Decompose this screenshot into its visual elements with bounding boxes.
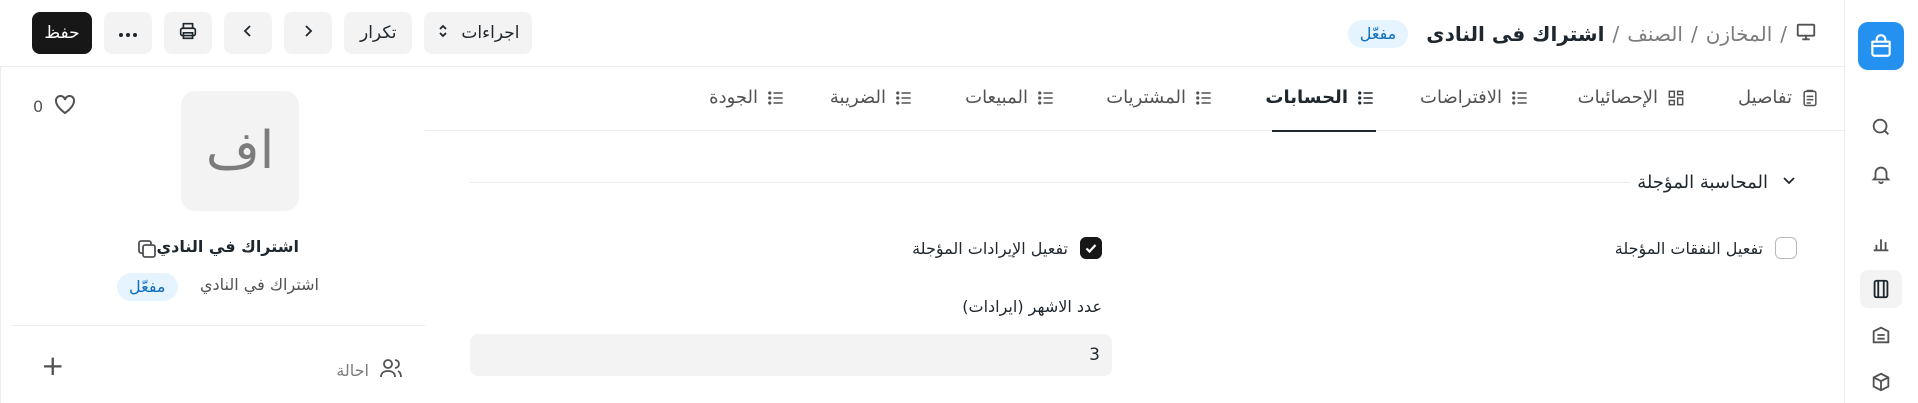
- tab-purchasing[interactable]: المشتريات: [1106, 87, 1214, 108]
- print-button[interactable]: [164, 12, 212, 54]
- item-subtitle: اشتراك في النادي: [200, 275, 319, 294]
- assign-label: احالة: [336, 360, 369, 380]
- like-button[interactable]: 0: [33, 93, 77, 119]
- tab-label: تفاصيل: [1738, 87, 1792, 108]
- deferred-revenue-field[interactable]: تفعيل الإيرادات المؤجلة: [912, 237, 1102, 259]
- heart-icon: [53, 93, 77, 119]
- app-rail: [1844, 0, 1918, 403]
- users-icon: [379, 357, 403, 383]
- check-icon: [1085, 244, 1097, 254]
- bar-chart-icon[interactable]: [1869, 231, 1893, 255]
- list-icon: [1356, 88, 1376, 108]
- list-icon: [1510, 88, 1530, 108]
- form-area: تفاصيل الإحصائيات الافتراضات الحسابات ال…: [425, 67, 1844, 403]
- status-badge: مفعّل: [1347, 20, 1409, 48]
- clipboard-icon: [1800, 88, 1820, 108]
- chevron-left-icon: [240, 23, 256, 44]
- deferred-revenue-label: تفعيل الإيرادات المؤجلة: [912, 238, 1068, 258]
- section-toggle-deferred-accounting[interactable]: المحاسبة المؤجلة: [1637, 171, 1798, 194]
- box-icon[interactable]: [1869, 370, 1893, 394]
- add-assignee-icon[interactable]: +: [41, 352, 64, 380]
- tab-label: المبيعات: [965, 87, 1028, 108]
- duplicate-button[interactable]: تكرار: [344, 12, 413, 54]
- deferred-expense-label: تفعيل النفقات المؤجلة: [1614, 238, 1763, 258]
- toolbar: اجراءات تكرار حفظ: [32, 12, 533, 54]
- ellipsis-icon: [118, 23, 138, 43]
- previous-button[interactable]: [224, 12, 272, 54]
- chevron-right-icon: [300, 23, 316, 44]
- tab-label: الجودة: [709, 87, 758, 108]
- breadcrumb-item[interactable]: المخازن: [1706, 22, 1773, 46]
- tab-tax[interactable]: الضريبة: [830, 87, 914, 108]
- more-options-button[interactable]: [104, 12, 152, 54]
- breadcrumb-separator: /: [1690, 22, 1698, 46]
- tab-label: الافتراضات: [1420, 87, 1502, 108]
- item-sidebar: اف 0 اشتراك في النادي اشتراك في النادي م…: [0, 67, 425, 403]
- grid-icon: [1666, 88, 1686, 108]
- save-button[interactable]: حفظ: [32, 12, 92, 54]
- breadcrumb: / المخازن / الصنف / اشتراك فى النادى مفع…: [1347, 20, 1817, 48]
- tab-label: المشتريات: [1106, 87, 1186, 108]
- deferred-expense-checkbox[interactable]: [1775, 237, 1797, 259]
- chevron-up-down-icon: [437, 23, 449, 44]
- deferred-revenue-checkbox[interactable]: [1080, 237, 1102, 259]
- next-button[interactable]: [284, 12, 332, 54]
- months-label: عدد الاشهر (ايرادات): [962, 297, 1102, 316]
- bell-icon[interactable]: [1869, 162, 1893, 186]
- page-title: اشتراك فى النادى: [1426, 22, 1605, 46]
- list-icon: [894, 88, 914, 108]
- list-icon: [1036, 88, 1056, 108]
- tab-bar: تفاصيل الإحصائيات الافتراضات الحسابات ال…: [425, 67, 1844, 132]
- tab-defaults[interactable]: الافتراضات: [1420, 87, 1530, 108]
- film-icon[interactable]: [1860, 270, 1902, 308]
- divider: [11, 325, 425, 326]
- assign-to[interactable]: احالة: [336, 357, 403, 383]
- section-title: المحاسبة المؤجلة: [1637, 172, 1768, 193]
- printer-icon: [177, 20, 199, 47]
- tab-label: الحسابات: [1265, 87, 1348, 108]
- tab-dashboard[interactable]: الإحصائيات: [1578, 87, 1686, 108]
- tab-details[interactable]: تفاصيل: [1738, 87, 1820, 108]
- tab-label: الضريبة: [829, 87, 886, 108]
- status-badge: مفعّل: [117, 273, 178, 301]
- section-divider: [470, 182, 1630, 183]
- copy-icon[interactable]: [135, 237, 159, 265]
- like-count: 0: [33, 96, 44, 116]
- breadcrumb-item[interactable]: الصنف: [1627, 22, 1683, 46]
- breadcrumb-separator: /: [1780, 22, 1787, 46]
- tab-sales[interactable]: المبيعات: [965, 87, 1056, 108]
- tab-quality[interactable]: الجودة: [709, 87, 786, 108]
- list-icon: [1194, 88, 1214, 108]
- item-name: اشتراك في النادي: [156, 237, 299, 256]
- actions-dropdown[interactable]: اجراءات: [424, 12, 533, 54]
- months-input[interactable]: [470, 334, 1112, 376]
- page-header: / المخازن / الصنف / اشتراك فى النادى مفع…: [0, 0, 1844, 67]
- breadcrumb-separator: /: [1612, 22, 1620, 46]
- avatar[interactable]: اف: [181, 91, 299, 211]
- actions-label: اجراءات: [461, 23, 520, 43]
- app-logo-icon[interactable]: [1858, 22, 1904, 70]
- building-icon[interactable]: [1869, 323, 1893, 347]
- deferred-expense-field[interactable]: تفعيل النفقات المؤجلة: [1615, 237, 1797, 259]
- list-icon: [766, 88, 786, 108]
- tab-label: الإحصائيات: [1577, 87, 1658, 108]
- active-tab-indicator: [1272, 130, 1376, 132]
- tab-accounting[interactable]: الحسابات: [1265, 87, 1376, 108]
- chevron-down-icon: [1780, 171, 1798, 194]
- search-icon[interactable]: [1869, 115, 1893, 139]
- desktop-icon[interactable]: [1795, 21, 1817, 48]
